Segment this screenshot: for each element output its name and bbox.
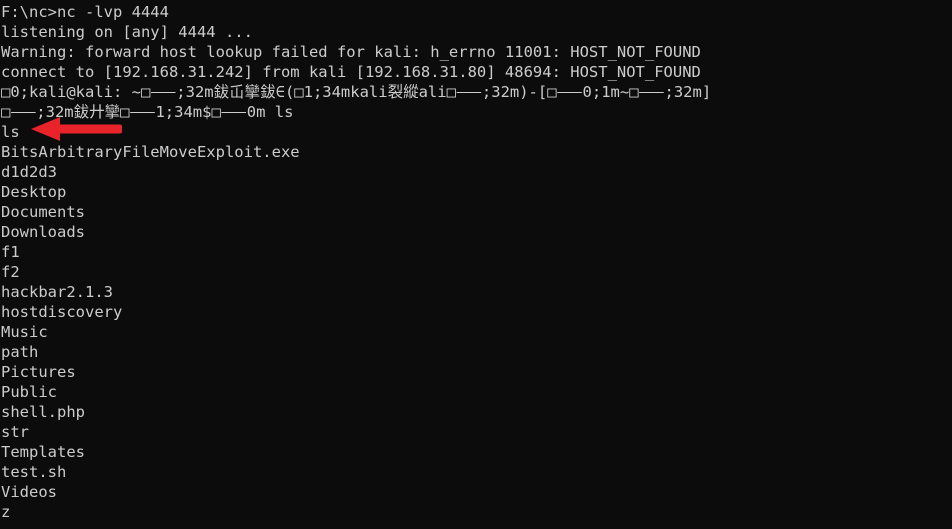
terminal-line: □0;kali@kali: ~□⸺;32m鈸屲攣鈸∈(□1;34mkali裂縱a… [1,83,712,101]
terminal-line: str [1,423,29,441]
terminal-line: Videos [1,483,57,501]
terminal-line: hostdiscovery [1,303,123,321]
terminal-line: BitsArbitraryFileMoveExploit.exe [1,143,300,161]
terminal-line: test.sh [1,463,67,481]
terminal-line: Pictures [1,363,76,381]
terminal-line: □⸺;32m鈸廾攣□⸺1;34m$□⸺0m ls [1,103,294,121]
terminal-line: Templates [1,443,85,461]
terminal-line: Public [1,383,57,401]
terminal-line: path [1,343,39,361]
terminal-line: Warning: forward host lookup failed for … [1,43,701,61]
terminal-line: Music [1,323,48,341]
terminal-output-area[interactable]: F:\nc>nc -lvp 4444 listening on [any] 444… [0,0,952,522]
terminal-line: listening on [any] 4444 ... [1,23,253,41]
terminal-window[interactable]: F:\nc>nc -lvp 4444 listening on [any] 444… [0,0,952,529]
terminal-line: Downloads [1,223,85,241]
terminal-line: shell.php [1,403,85,421]
terminal-line: hackbar2.1.3 [1,283,113,301]
terminal-line: ls [1,123,20,141]
terminal-line: d1d2d3 [1,163,57,181]
terminal-line: Documents [1,203,85,221]
terminal-line: Desktop [1,183,67,201]
terminal-line: connect to [192.168.31.242] from kali [1… [1,63,701,81]
terminal-line: F:\nc>nc -lvp 4444 [1,3,169,21]
terminal-line: f2 [1,263,20,281]
terminal-line: z [1,503,11,521]
terminal-line: f1 [1,243,20,261]
